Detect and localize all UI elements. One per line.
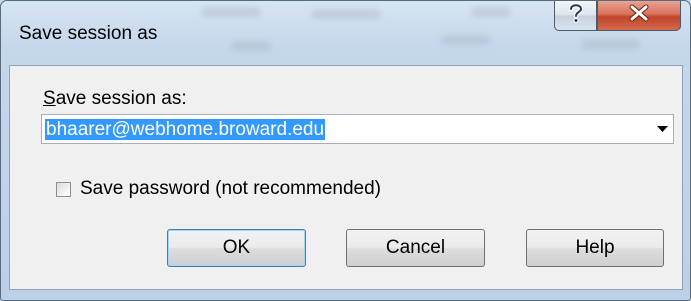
save-password-label[interactable]: Save password (not recommended) <box>80 178 381 200</box>
help-button[interactable]: Help <box>526 229 664 267</box>
save-password-checkbox[interactable] <box>56 181 71 197</box>
help-caption-button[interactable] <box>554 1 597 31</box>
dialog-client-area: Save session as: bhaarer@webhome.broward… <box>9 65 683 290</box>
save-password-option[interactable]: Save password (not recommended) <box>56 178 381 200</box>
question-mark-icon <box>567 2 585 29</box>
ok-button[interactable]: OK <box>167 229 306 267</box>
save-session-dialog: Save session as Save session as: bhaarer… <box>0 0 691 301</box>
window-title: Save session as <box>19 23 158 44</box>
close-caption-button[interactable] <box>597 1 681 31</box>
cancel-button[interactable]: Cancel <box>346 229 485 267</box>
session-name-input[interactable]: bhaarer@webhome.broward.edu <box>45 119 326 140</box>
session-name-label-accelerator: S <box>43 88 56 109</box>
dropdown-arrow-icon[interactable] <box>651 115 673 143</box>
session-name-label-rest: ave session as: <box>55 88 187 109</box>
session-name-label: Save session as: <box>43 88 187 110</box>
close-x-icon <box>628 4 650 27</box>
session-name-combobox[interactable]: bhaarer@webhome.broward.edu <box>41 114 674 144</box>
